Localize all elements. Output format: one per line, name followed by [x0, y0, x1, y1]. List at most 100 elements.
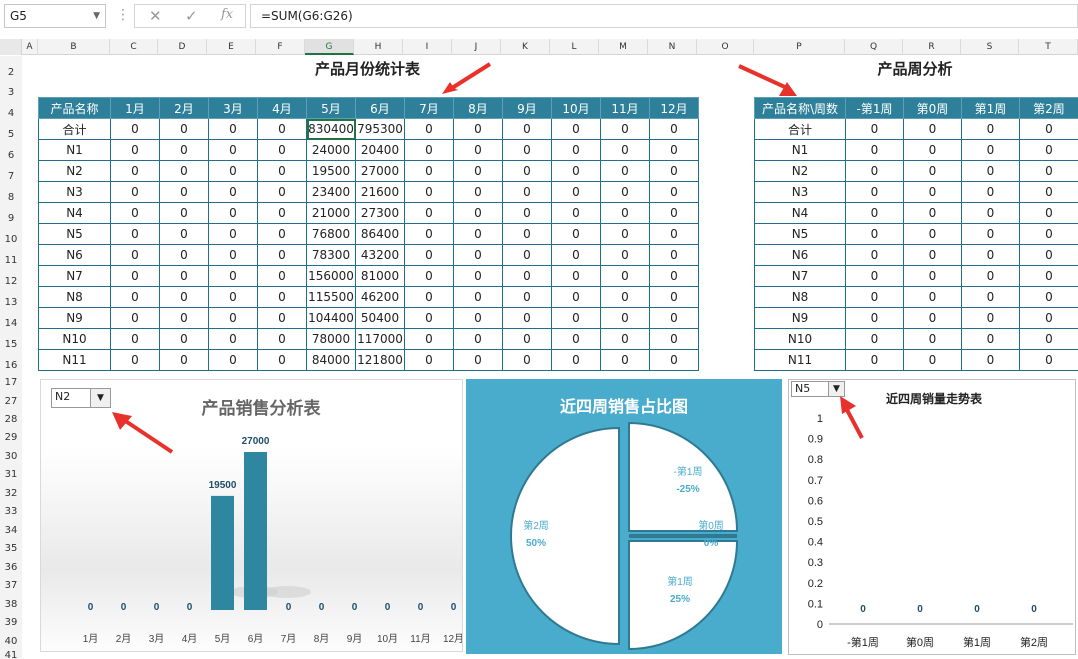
cancel-icon[interactable]: ✕: [149, 7, 162, 25]
table-cell[interactable]: 0: [453, 244, 503, 266]
column-header-n[interactable]: N: [648, 39, 697, 55]
table-cell[interactable]: 24000: [306, 139, 356, 161]
column-header-cell[interactable]: 8月: [453, 97, 503, 119]
table-cell[interactable]: 0: [404, 328, 454, 350]
table-cell[interactable]: 0: [649, 118, 699, 140]
table-cell[interactable]: N8: [38, 286, 111, 308]
table-cell[interactable]: 0: [649, 202, 699, 224]
row-header[interactable]: 5: [0, 129, 22, 140]
table-cell[interactable]: 0: [845, 286, 904, 308]
table-cell[interactable]: N4: [38, 202, 111, 224]
table-cell[interactable]: N4: [754, 202, 846, 224]
table-cell[interactable]: 0: [649, 349, 699, 371]
table-cell[interactable]: 0: [600, 223, 650, 245]
table-cell[interactable]: 0: [453, 223, 503, 245]
column-header-cell[interactable]: 10月: [551, 97, 601, 119]
table-cell[interactable]: 0: [845, 307, 904, 329]
table-cell[interactable]: 0: [600, 160, 650, 182]
table-cell[interactable]: 0: [600, 244, 650, 266]
table-cell[interactable]: 0: [257, 139, 307, 161]
column-header-c[interactable]: C: [110, 39, 158, 55]
table-cell[interactable]: 0: [110, 181, 160, 203]
table-cell[interactable]: 0: [404, 139, 454, 161]
table-cell[interactable]: 0: [903, 160, 962, 182]
table-cell[interactable]: 0: [257, 160, 307, 182]
table-cell[interactable]: 0: [257, 118, 307, 140]
column-header-r[interactable]: R: [903, 39, 961, 55]
table-cell[interactable]: 0: [453, 202, 503, 224]
table-cell[interactable]: 21600: [355, 181, 405, 203]
table-cell[interactable]: 86400: [355, 223, 405, 245]
table-cell[interactable]: 0: [208, 286, 258, 308]
row-header[interactable]: 15: [0, 339, 22, 350]
table-cell[interactable]: 0: [649, 328, 699, 350]
table-cell[interactable]: 0: [110, 265, 160, 287]
table-cell[interactable]: 0: [600, 265, 650, 287]
table-cell[interactable]: 0: [551, 265, 601, 287]
table-cell[interactable]: 0: [1019, 139, 1078, 161]
row-header[interactable]: 34: [0, 525, 22, 536]
table-cell[interactable]: 0: [159, 328, 209, 350]
table-cell[interactable]: N11: [754, 349, 846, 371]
table-cell[interactable]: 0: [551, 181, 601, 203]
table-cell[interactable]: 0: [159, 181, 209, 203]
table-cell[interactable]: 0: [257, 244, 307, 266]
column-header-cell[interactable]: 1月: [110, 97, 160, 119]
table-cell[interactable]: 0: [961, 181, 1020, 203]
formula-input[interactable]: =SUM(G6:G26): [250, 4, 1078, 28]
column-header-cell[interactable]: 11月: [600, 97, 650, 119]
row-header[interactable]: 8: [0, 192, 22, 203]
table-cell[interactable]: 0: [453, 181, 503, 203]
table-cell[interactable]: 0: [551, 202, 601, 224]
table-cell[interactable]: 104400: [306, 307, 356, 329]
table-cell[interactable]: 0: [257, 265, 307, 287]
table-cell[interactable]: 0: [1019, 244, 1078, 266]
table-cell[interactable]: 0: [110, 160, 160, 182]
table-cell[interactable]: 0: [208, 244, 258, 266]
table-cell[interactable]: 81000: [355, 265, 405, 287]
table-cell[interactable]: 0: [404, 307, 454, 329]
row-header[interactable]: 32: [0, 488, 22, 499]
table-cell[interactable]: N2: [754, 160, 846, 182]
row-header[interactable]: 6: [0, 150, 22, 161]
table-cell[interactable]: 0: [845, 328, 904, 350]
column-header-b[interactable]: B: [38, 39, 110, 55]
table-cell[interactable]: N9: [38, 307, 111, 329]
table-cell[interactable]: 0: [649, 307, 699, 329]
table-cell[interactable]: 0: [961, 223, 1020, 245]
table-cell[interactable]: 0: [845, 202, 904, 224]
table-cell[interactable]: 0: [551, 139, 601, 161]
bar-5月[interactable]: [211, 495, 234, 610]
table-cell[interactable]: 0: [1019, 118, 1078, 140]
table-cell[interactable]: 0: [845, 139, 904, 161]
row-header[interactable]: 36: [0, 562, 22, 573]
table-cell[interactable]: 115500: [306, 286, 356, 308]
row-header[interactable]: 28: [0, 414, 22, 425]
table-cell[interactable]: 0: [845, 181, 904, 203]
table-cell[interactable]: 0: [110, 223, 160, 245]
table-cell[interactable]: 50400: [355, 307, 405, 329]
table-cell[interactable]: 0: [208, 307, 258, 329]
row-header[interactable]: 7: [0, 171, 22, 182]
bar-6月[interactable]: [244, 452, 267, 610]
column-header-k[interactable]: K: [501, 39, 550, 55]
row-header[interactable]: 37: [0, 580, 22, 591]
table-cell[interactable]: 0: [404, 265, 454, 287]
table-cell[interactable]: 0: [110, 244, 160, 266]
table-cell[interactable]: 0: [257, 181, 307, 203]
column-header-cell[interactable]: 产品名称\周数: [754, 97, 846, 119]
row-header[interactable]: 40: [0, 636, 22, 647]
table-cell[interactable]: 0: [600, 139, 650, 161]
row-header[interactable]: 2: [0, 67, 22, 78]
row-header[interactable]: 33: [0, 506, 22, 517]
row-header[interactable]: 10: [0, 234, 22, 245]
row-header[interactable]: 41: [0, 650, 22, 659]
table-cell[interactable]: 0: [600, 349, 650, 371]
table-cell[interactable]: 121800: [355, 349, 405, 371]
table-cell[interactable]: 0: [453, 118, 503, 140]
table-cell[interactable]: 0: [551, 349, 601, 371]
table-cell[interactable]: 0: [845, 118, 904, 140]
table-cell[interactable]: 0: [502, 328, 552, 350]
table-cell[interactable]: 0: [110, 202, 160, 224]
table-cell[interactable]: 0: [845, 160, 904, 182]
